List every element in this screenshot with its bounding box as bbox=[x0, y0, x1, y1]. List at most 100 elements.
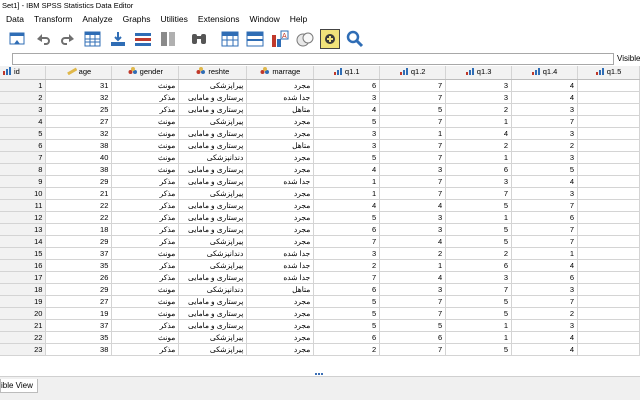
row-number[interactable]: 2 bbox=[0, 91, 47, 104]
data-cell[interactable]: 1 bbox=[313, 175, 381, 188]
menu-extensions[interactable]: Extensions bbox=[198, 14, 240, 24]
data-cell[interactable]: 29 bbox=[45, 235, 113, 248]
data-cell[interactable] bbox=[577, 247, 640, 260]
data-cell[interactable]: مجرد bbox=[246, 79, 315, 92]
data-cell[interactable] bbox=[577, 199, 640, 212]
data-cell[interactable]: پیراپزشکی bbox=[178, 187, 248, 200]
row-number[interactable]: 5 bbox=[0, 127, 47, 140]
data-cell[interactable]: مجرد bbox=[246, 331, 315, 344]
data-cell[interactable]: 7 bbox=[379, 91, 447, 104]
data-cell[interactable]: مجرد bbox=[246, 235, 315, 248]
data-cell[interactable]: پیراپزشکی bbox=[178, 259, 248, 272]
data-cell[interactable] bbox=[577, 307, 640, 320]
goto-variable-icon[interactable] bbox=[108, 29, 128, 49]
data-cell[interactable]: 32 bbox=[45, 91, 113, 104]
data-cell[interactable]: 1 bbox=[445, 151, 513, 164]
data-cell[interactable] bbox=[577, 139, 640, 152]
data-cell[interactable]: جدا شده bbox=[246, 247, 315, 260]
row-number[interactable]: 11 bbox=[0, 199, 47, 212]
data-cell[interactable]: 3 bbox=[379, 163, 447, 176]
goto-case-icon[interactable] bbox=[83, 29, 103, 49]
data-cell[interactable]: 4 bbox=[445, 127, 513, 140]
data-cell[interactable]: 22 bbox=[45, 211, 113, 224]
data-cell[interactable]: مونث bbox=[111, 163, 180, 176]
data-cell[interactable]: 5 bbox=[379, 319, 447, 332]
data-cell[interactable]: 4 bbox=[511, 259, 579, 272]
undo-icon[interactable] bbox=[33, 29, 53, 49]
data-cell[interactable]: پرستاری و مامایی bbox=[178, 103, 248, 116]
column-header-q1-5[interactable]: q1.5 bbox=[577, 66, 640, 80]
row-number[interactable]: 7 bbox=[0, 151, 47, 164]
data-cell[interactable]: مجرد bbox=[246, 343, 315, 356]
data-cell[interactable] bbox=[577, 331, 640, 344]
data-cell[interactable] bbox=[577, 235, 640, 248]
row-number[interactable]: 20 bbox=[0, 307, 47, 320]
data-cell[interactable]: 6 bbox=[445, 259, 513, 272]
data-cell[interactable]: 19 bbox=[45, 307, 113, 320]
data-cell[interactable]: 3 bbox=[313, 139, 381, 152]
data-cell[interactable]: 6 bbox=[379, 331, 447, 344]
data-cell[interactable]: 29 bbox=[45, 175, 113, 188]
menu-transform[interactable]: Transform bbox=[34, 14, 72, 24]
data-cell[interactable]: 3 bbox=[313, 91, 381, 104]
data-cell[interactable]: مجرد bbox=[246, 319, 315, 332]
data-cell[interactable]: مجرد bbox=[246, 307, 315, 320]
data-cell[interactable]: پرستاری و مامایی bbox=[178, 319, 248, 332]
row-number[interactable]: 21 bbox=[0, 319, 47, 332]
data-cell[interactable]: 4 bbox=[511, 91, 579, 104]
data-cell[interactable] bbox=[577, 211, 640, 224]
open-data-icon[interactable] bbox=[8, 29, 28, 49]
data-cell[interactable]: 3 bbox=[445, 79, 513, 92]
data-cell[interactable]: مذکر bbox=[111, 319, 180, 332]
data-cell[interactable]: متاهل bbox=[246, 103, 315, 116]
data-cell[interactable]: 7 bbox=[379, 139, 447, 152]
row-number[interactable]: 17 bbox=[0, 271, 47, 284]
data-cell[interactable]: 2 bbox=[313, 343, 381, 356]
split-file-icon[interactable] bbox=[158, 29, 178, 49]
data-cell[interactable] bbox=[577, 295, 640, 308]
select-cases-icon[interactable] bbox=[220, 29, 240, 49]
data-cell[interactable]: 3 bbox=[445, 91, 513, 104]
data-cell[interactable]: 6 bbox=[511, 271, 579, 284]
column-header-q1-2[interactable]: q1.2 bbox=[379, 66, 447, 80]
data-cell[interactable]: جدا شده bbox=[246, 259, 315, 272]
data-cell[interactable]: دندانپزشکی bbox=[178, 283, 248, 296]
data-cell[interactable]: پرستاری و مامایی bbox=[178, 163, 248, 176]
data-cell[interactable]: پیراپزشکی bbox=[178, 331, 248, 344]
data-cell[interactable]: مونث bbox=[111, 331, 180, 344]
data-cell[interactable]: 4 bbox=[379, 271, 447, 284]
data-cell[interactable]: متاهل bbox=[246, 283, 315, 296]
data-cell[interactable]: 5 bbox=[313, 115, 381, 128]
data-cell[interactable]: مونث bbox=[111, 307, 180, 320]
data-cell[interactable]: پرستاری و مامایی bbox=[178, 127, 248, 140]
data-cell[interactable]: 29 bbox=[45, 283, 113, 296]
row-number[interactable]: 3 bbox=[0, 103, 47, 116]
data-cell[interactable]: 4 bbox=[511, 79, 579, 92]
data-cell[interactable]: 2 bbox=[511, 307, 579, 320]
value-labels-icon[interactable] bbox=[245, 29, 265, 49]
row-number[interactable]: 19 bbox=[0, 295, 47, 308]
data-cell[interactable]: 5 bbox=[511, 163, 579, 176]
data-cell[interactable]: 3 bbox=[313, 247, 381, 260]
data-cell[interactable]: 7 bbox=[313, 235, 381, 248]
data-cell[interactable]: جدا شده bbox=[246, 175, 315, 188]
data-cell[interactable]: 4 bbox=[379, 235, 447, 248]
column-header-q1-4[interactable]: q1.4 bbox=[511, 66, 579, 80]
data-cell[interactable]: 40 bbox=[45, 151, 113, 164]
data-cell[interactable]: 1 bbox=[445, 331, 513, 344]
menu-utilities[interactable]: Utilities bbox=[161, 14, 188, 24]
data-cell[interactable] bbox=[577, 319, 640, 332]
data-cell[interactable]: 6 bbox=[313, 223, 381, 236]
row-number[interactable]: 23 bbox=[0, 343, 47, 356]
column-header-id[interactable]: id bbox=[0, 66, 47, 80]
data-cell[interactable]: 7 bbox=[511, 115, 579, 128]
row-number[interactable]: 6 bbox=[0, 139, 47, 152]
row-number[interactable]: 9 bbox=[0, 175, 47, 188]
data-cell[interactable]: 3 bbox=[379, 211, 447, 224]
data-cell[interactable]: 6 bbox=[313, 331, 381, 344]
data-cell[interactable]: 5 bbox=[313, 211, 381, 224]
menu-data[interactable]: Data bbox=[6, 14, 24, 24]
data-cell[interactable]: 37 bbox=[45, 247, 113, 260]
data-cell[interactable]: 3 bbox=[313, 127, 381, 140]
data-cell[interactable]: 7 bbox=[511, 223, 579, 236]
